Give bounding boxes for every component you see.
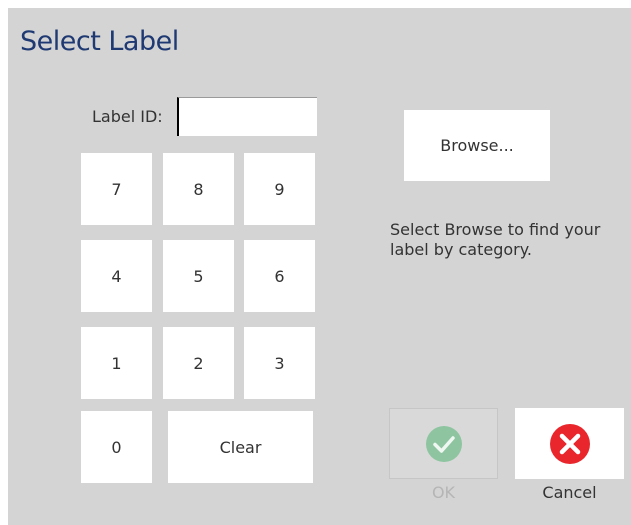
key-8[interactable]: 8 — [163, 153, 234, 225]
key-5[interactable]: 5 — [163, 240, 234, 312]
key-4[interactable]: 4 — [81, 240, 152, 312]
clear-button[interactable]: Clear — [168, 411, 313, 483]
ok-label: OK — [431, 483, 456, 502]
key-7[interactable]: 7 — [81, 153, 152, 225]
browse-button[interactable]: Browse... — [404, 110, 550, 181]
cancel-label: Cancel — [542, 483, 597, 502]
label-id-input[interactable] — [177, 97, 317, 136]
key-2[interactable]: 2 — [163, 327, 234, 399]
ok-button[interactable] — [389, 408, 498, 479]
close-icon — [549, 423, 590, 464]
cancel-button[interactable] — [515, 408, 624, 479]
key-0[interactable]: 0 — [81, 411, 152, 483]
label-id-label: Label ID: — [92, 107, 163, 126]
browse-hint-text: Select Browse to find your label by cate… — [390, 220, 601, 259]
key-1[interactable]: 1 — [81, 327, 152, 399]
key-3[interactable]: 3 — [244, 327, 315, 399]
key-6[interactable]: 6 — [244, 240, 315, 312]
page-title: Select Label — [20, 26, 179, 57]
key-9[interactable]: 9 — [244, 153, 315, 225]
checkmark-icon — [425, 425, 462, 462]
